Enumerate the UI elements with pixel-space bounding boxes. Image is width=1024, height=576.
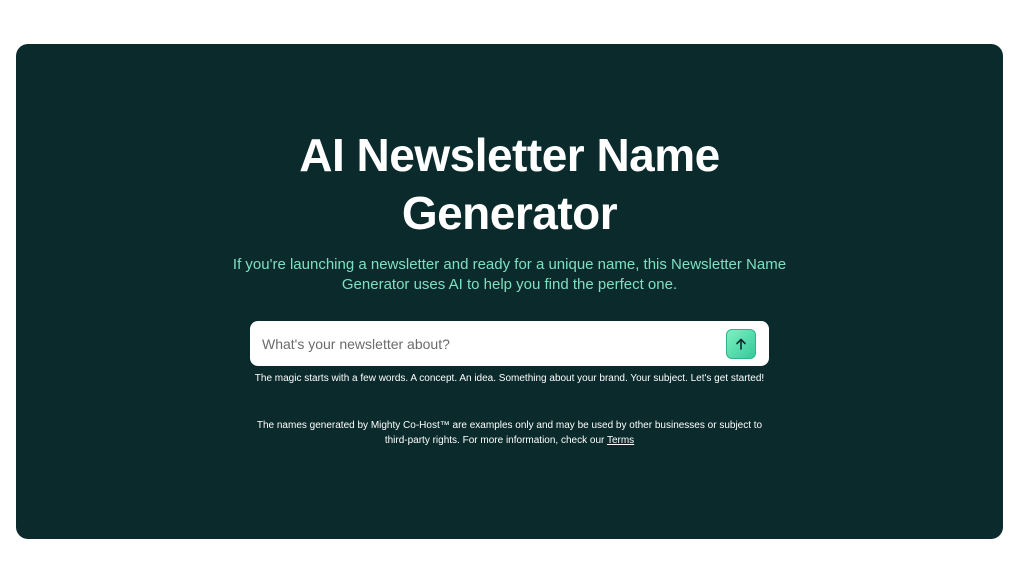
- terms-link[interactable]: Terms: [607, 435, 634, 446]
- search-box: [250, 321, 769, 366]
- page-title: AI Newsletter Name Generator: [16, 126, 1003, 242]
- arrow-up-icon: [736, 338, 746, 350]
- newsletter-topic-input[interactable]: [262, 321, 722, 366]
- submit-button[interactable]: [726, 329, 756, 359]
- title-line-2: Generator: [401, 187, 618, 239]
- generator-card: AI Newsletter Name Generator If you're l…: [16, 44, 1003, 539]
- title-line-1: AI Newsletter Name: [299, 129, 720, 181]
- helper-text: The magic starts with a few words. A con…: [254, 373, 765, 384]
- disclaimer: The names generated by Mighty Co-Host™ a…: [250, 419, 769, 448]
- page-subtitle: If you're launching a newsletter and rea…: [232, 256, 787, 293]
- disclaimer-text: The names generated by Mighty Co-Host™ a…: [256, 420, 763, 446]
